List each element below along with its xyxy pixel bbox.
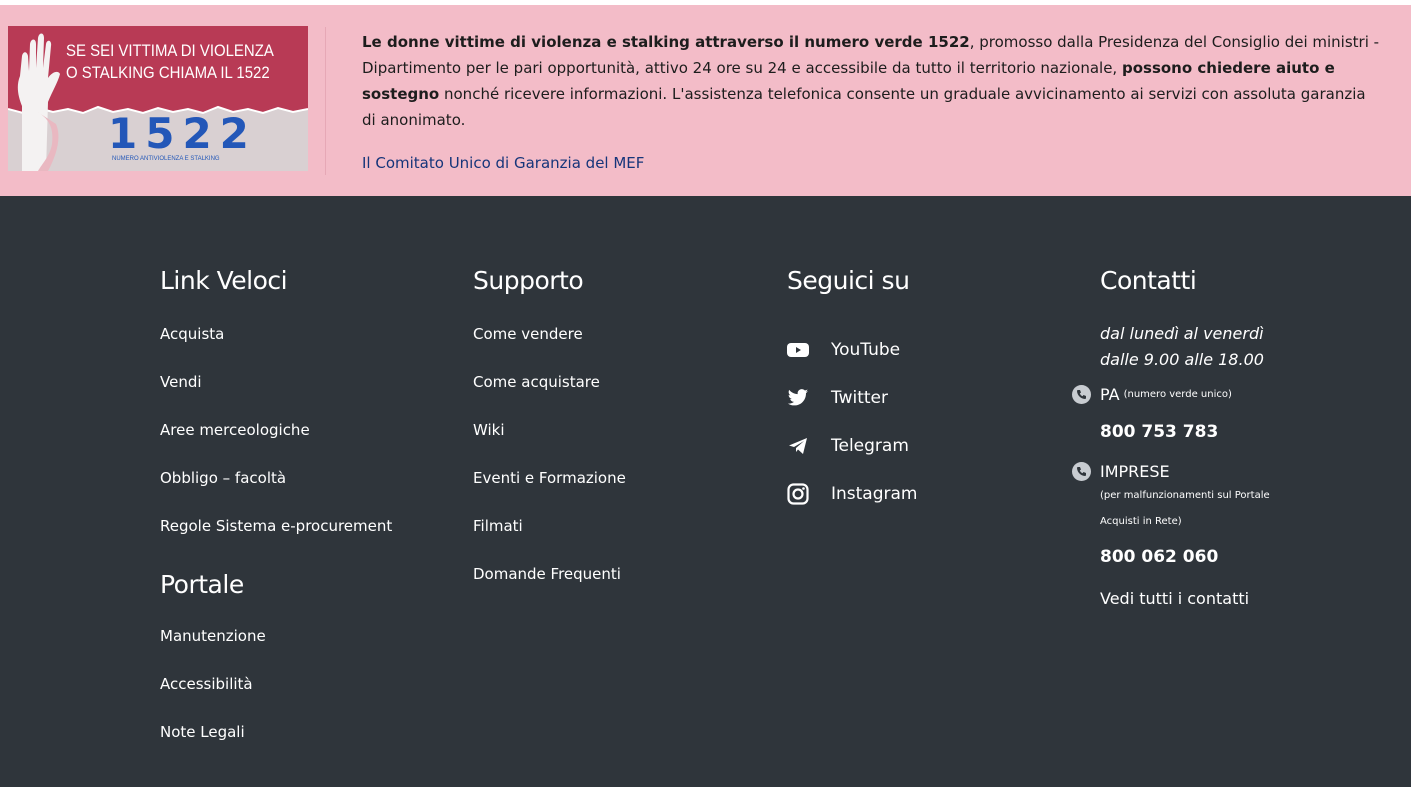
image-subtitle: NUMERO ANTIVIOLENZA E STALKING: [112, 156, 220, 162]
link-come-acquistare[interactable]: Come acquistare: [473, 373, 600, 391]
raised-hand-icon: [17, 33, 60, 171]
image-big-number: 1522: [108, 109, 257, 158]
link-vendi[interactable]: Vendi: [160, 373, 202, 391]
footer-link-item: Come vendere: [473, 324, 626, 372]
quick-links-list: Acquista Vendi Aree merceologiche Obblig…: [160, 324, 392, 564]
link-regole-sistema[interactable]: Regole Sistema e-procurement: [160, 517, 392, 535]
social-item-telegram[interactable]: Telegram: [787, 422, 918, 470]
social-label[interactable]: Instagram: [831, 484, 918, 504]
campaign-1522-image[interactable]: SE SEI VITTIMA DI VIOLENZA O STALKING CH…: [8, 26, 308, 171]
link-accessibilita[interactable]: Accessibilità: [160, 675, 253, 693]
link-wiki[interactable]: Wiki: [473, 421, 505, 439]
footer-link-item: Accessibilità: [160, 674, 392, 722]
phone-icon: [1072, 385, 1091, 404]
social-links-list: YouTube Twitter Telegram Instagram: [787, 326, 918, 518]
social-item-instagram[interactable]: Instagram: [787, 470, 918, 518]
footer-link-item: Aree merceologiche: [160, 420, 392, 468]
social-title: Seguici su: [787, 266, 910, 295]
footer-link-item: Regole Sistema e-procurement: [160, 516, 392, 564]
social-item-youtube[interactable]: YouTube: [787, 326, 918, 374]
imprese-phone-number[interactable]: 800 062 060: [1100, 547, 1270, 567]
youtube-icon: [787, 339, 809, 361]
instagram-icon: [787, 483, 809, 505]
all-contacts-link-wrapper: Vedi tutti i contatti: [1100, 589, 1270, 608]
contacts-title: Contatti: [1100, 266, 1197, 295]
social-label[interactable]: Telegram: [831, 436, 909, 456]
footer-col-social: Seguici su YouTube Twitter Telegram Inst…: [787, 266, 918, 518]
link-note-legali[interactable]: Note Legali: [160, 723, 245, 741]
footer-col-support: Supporto Come vendere Come acquistare Wi…: [473, 266, 626, 612]
quick-links-title: Link Veloci: [160, 266, 288, 295]
pa-phone-number[interactable]: 800 753 783: [1100, 422, 1270, 442]
footer-col-contacts: Contatti dal lunedì al venerdì dalle 9.0…: [1072, 266, 1270, 608]
social-item-twitter[interactable]: Twitter: [787, 374, 918, 422]
footer-link-item: Vendi: [160, 372, 392, 420]
footer-link-item: Note Legali: [160, 722, 392, 770]
footer-link-item: Wiki: [473, 420, 626, 468]
link-domande-frequenti[interactable]: Domande Frequenti: [473, 565, 621, 583]
office-hours: dal lunedì al venerdì dalle 9.00 alle 18…: [1100, 324, 1264, 369]
phone-icon: [1072, 462, 1091, 481]
site-footer: Link Veloci Acquista Vendi Aree merceolo…: [0, 196, 1411, 787]
violence-awareness-banner: SE SEI VITTIMA DI VIOLENZA O STALKING CH…: [0, 5, 1411, 196]
banner-description: Le donne vittime di violenza e stalking …: [362, 33, 1380, 129]
imprese-note: (per malfunzionamenti sul Portale Acquis…: [1100, 490, 1270, 527]
link-come-vendere[interactable]: Come vendere: [473, 325, 583, 343]
social-label[interactable]: YouTube: [831, 340, 900, 360]
all-contacts-link[interactable]: Vedi tutti i contatti: [1100, 589, 1249, 608]
link-eventi-formazione[interactable]: Eventi e Formazione: [473, 469, 626, 487]
link-obbligo-facolta[interactable]: Obbligo – facoltà: [160, 469, 286, 487]
imprese-contact-label: IMPRESE: [1072, 462, 1270, 481]
link-manutenzione[interactable]: Manutenzione: [160, 627, 266, 645]
footer-link-item: Come acquistare: [473, 372, 626, 420]
link-aree-merceologiche[interactable]: Aree merceologiche: [160, 421, 310, 439]
footer-link-item: Manutenzione: [160, 626, 392, 674]
portal-links-list: Manutenzione Accessibilità Note Legali: [160, 626, 392, 770]
footer-link-item: Domande Frequenti: [473, 564, 626, 612]
banner-divider: [325, 27, 326, 175]
telegram-icon: [787, 435, 809, 457]
image-title: SE SEI VITTIMA DI VIOLENZA O STALKING CH…: [66, 41, 274, 82]
footer-link-item: Filmati: [473, 516, 626, 564]
support-links-list: Come vendere Come acquistare Wiki Eventi…: [473, 324, 626, 612]
twitter-icon: [787, 387, 809, 409]
link-filmati[interactable]: Filmati: [473, 517, 523, 535]
footer-link-item: Eventi e Formazione: [473, 468, 626, 516]
link-acquista[interactable]: Acquista: [160, 325, 224, 343]
social-label[interactable]: Twitter: [831, 388, 888, 408]
cug-mef-link[interactable]: Il Comitato Unico di Garanzia del MEF: [362, 154, 644, 172]
pa-contact-label: PA (numero verde unico): [1072, 385, 1270, 404]
footer-link-item: Acquista: [160, 324, 392, 372]
footer-col-links: Link Veloci Acquista Vendi Aree merceolo…: [160, 266, 392, 770]
portal-title: Portale: [160, 570, 244, 599]
footer-link-item: Obbligo – facoltà: [160, 468, 392, 516]
support-title: Supporto: [473, 266, 584, 295]
